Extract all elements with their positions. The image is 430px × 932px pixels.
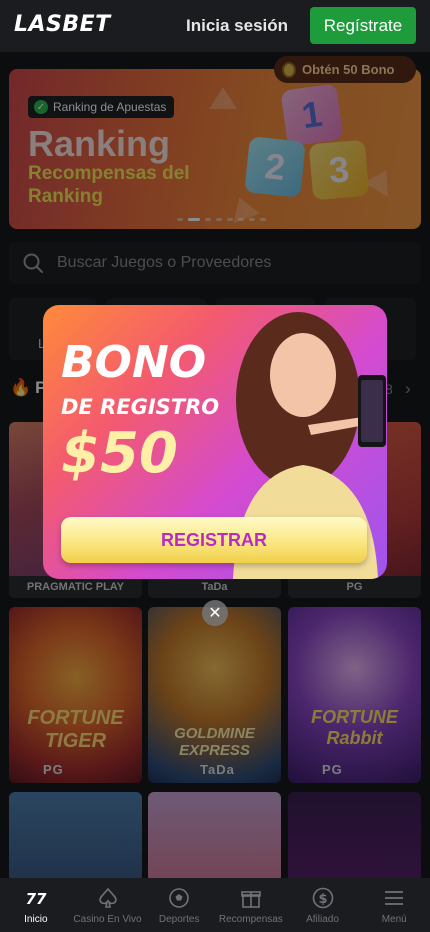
nav-label: Deportes (158, 913, 200, 925)
home-777-icon: 77 (25, 890, 46, 908)
login-link[interactable]: Inicia sesión (186, 16, 288, 36)
registration-bonus-popup[interactable]: BONO DE REGISTRO $50 REGISTRAR (43, 305, 387, 579)
gift-icon (241, 890, 261, 908)
nav-item-casino-en-vivo[interactable]: Casino En Vivo (72, 878, 144, 932)
bottom-nav: 77 Inicio Casino En Vivo Deportes Recomp… (0, 878, 430, 932)
popup-title: BONO (61, 337, 207, 388)
registrar-button[interactable]: REGISTRAR (61, 517, 367, 563)
popup-subtitle: DE REGISTRO (61, 395, 220, 419)
dollar-coin-icon: $ (312, 887, 333, 908)
close-icon[interactable]: ✕ (202, 600, 228, 626)
soccer-ball-icon (169, 887, 189, 908)
nav-label: Menú (381, 913, 407, 925)
spade-icon (98, 887, 117, 908)
svg-text:$: $ (318, 892, 327, 907)
register-button[interactable]: Regístrate (310, 7, 416, 44)
svg-text:77: 77 (25, 890, 46, 908)
nav-item-recompensas[interactable]: Recompensas (215, 878, 287, 932)
nav-item-afiliado[interactable]: $ Afiliado (287, 878, 359, 932)
nav-label: Recompensas (218, 913, 283, 925)
lasbet-logo[interactable]: LASBET (14, 12, 111, 37)
nav-label: Afiliado (306, 913, 339, 925)
nav-label: Casino En Vivo (73, 913, 142, 925)
popup-amount: $50 (61, 421, 178, 486)
menu-icon (385, 890, 404, 905)
nav-item-menu[interactable]: Menú (358, 878, 430, 932)
nav-item-inicio[interactable]: 77 Inicio (0, 878, 72, 932)
nav-item-deportes[interactable]: Deportes (143, 878, 215, 932)
nav-label: Inicio (24, 913, 48, 925)
app-header: LASBET Inicia sesión Regístrate (0, 0, 430, 52)
